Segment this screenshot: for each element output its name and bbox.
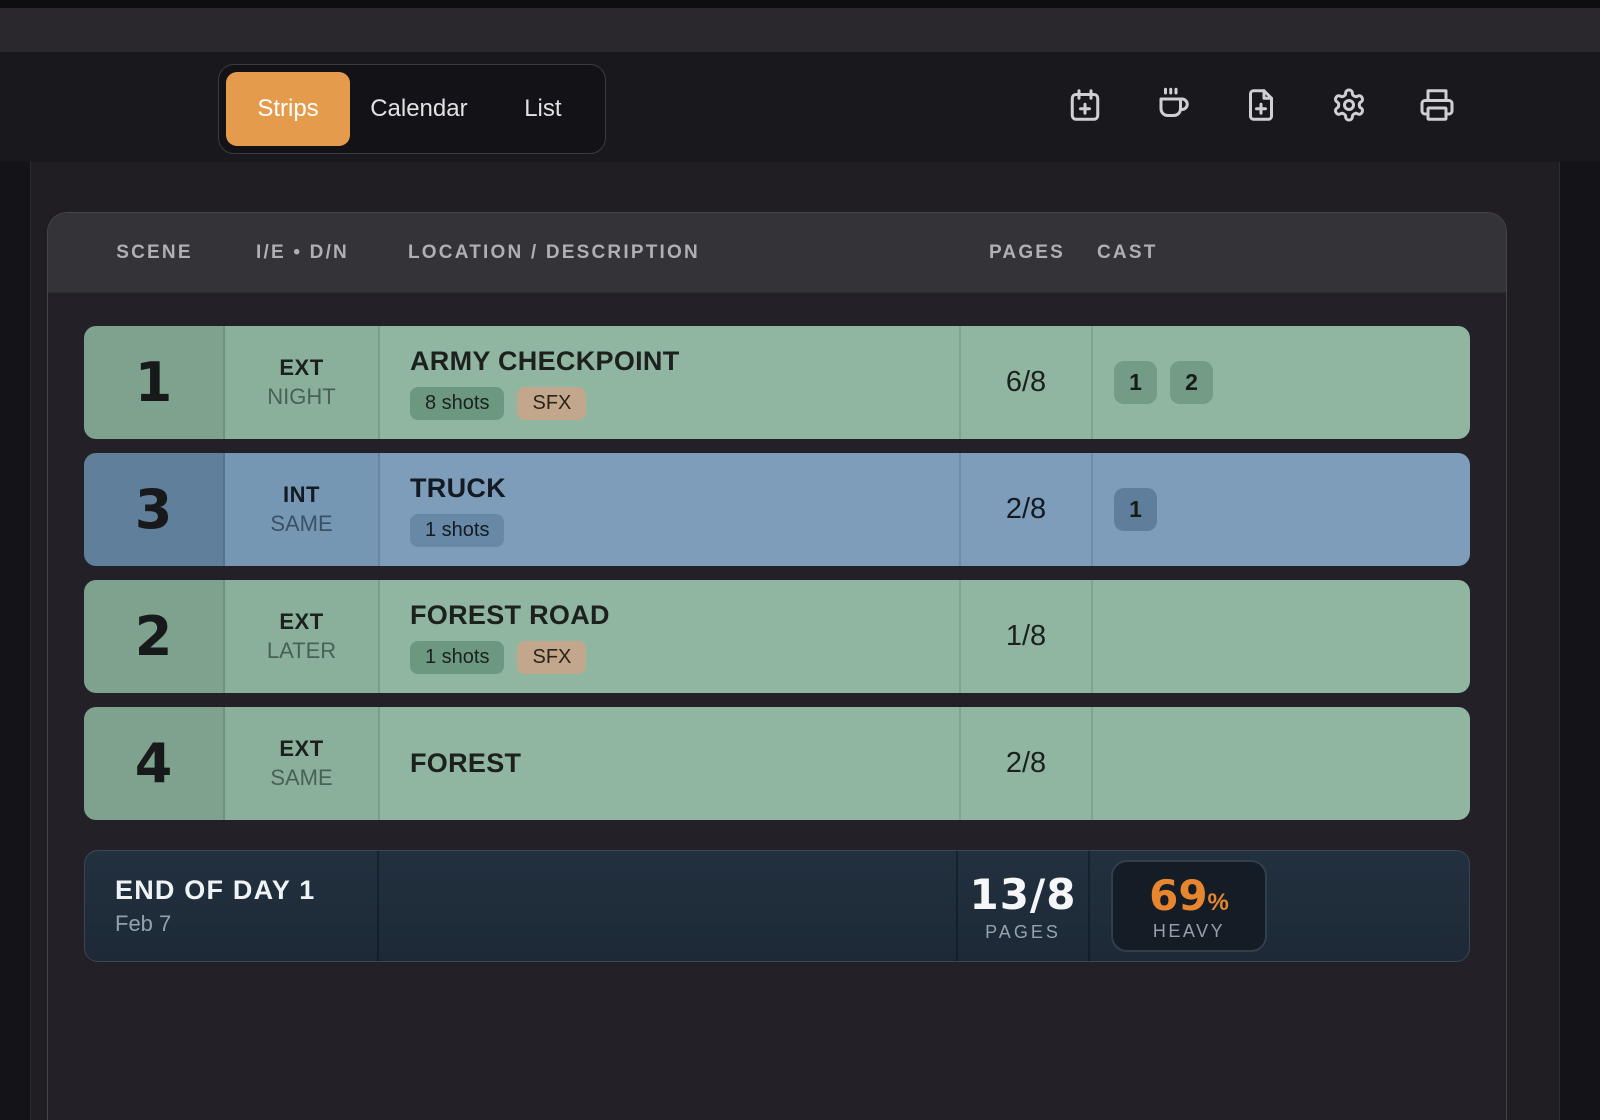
file-plus-button[interactable] (1243, 89, 1279, 125)
strip-row[interactable]: 2 EXT LATER FOREST ROAD 1 shots SFX 1/8 (84, 580, 1470, 693)
column-header-0: SCENE (84, 242, 225, 264)
pages-value: 2/8 (961, 707, 1093, 820)
settings-button[interactable] (1331, 89, 1367, 125)
shots-badge: 1 shots (410, 514, 504, 547)
day-pages-caption: PAGES (985, 922, 1061, 943)
pages-value: 1/8 (961, 580, 1093, 693)
scene-number: 2 (84, 580, 225, 693)
strip-row[interactable]: 3 INT SAME TRUCK 1 shots 2/8 1 (84, 453, 1470, 566)
day-break-row: END OF DAY 1 Feb 7 13/8 PAGES 69 % HEAVY (84, 850, 1470, 962)
day-night-label: LATER (267, 638, 336, 664)
window-title-bar (0, 8, 1600, 52)
shots-badge: 1 shots (410, 641, 504, 674)
badge-row: 1 shots SFX (410, 641, 959, 674)
int-ext-label: INT (283, 482, 320, 508)
ie-dn-cell: EXT LATER (225, 580, 380, 693)
cast-cell (1093, 707, 1470, 820)
int-ext-label: EXT (279, 609, 323, 635)
coffee-button[interactable] (1155, 89, 1191, 125)
board-column-header: SCENEI/E • D/NLOCATION / DESCRIPTIONPAGE… (48, 213, 1506, 293)
pages-value: 6/8 (961, 326, 1093, 439)
sfx-badge: SFX (517, 641, 586, 674)
printer-icon (1419, 87, 1455, 128)
day-break-spacer (379, 851, 958, 961)
location-title: ARMY CHECKPOINT (410, 346, 959, 377)
content-area: SCENEI/E • D/NLOCATION / DESCRIPTIONPAGE… (30, 162, 1560, 1120)
cast-badge: 2 (1170, 361, 1213, 404)
column-header-4: CAST (1093, 242, 1470, 264)
load-badge: 69 % HEAVY (1111, 860, 1267, 952)
coffee-icon (1155, 87, 1191, 128)
day-pages-value: 13/8 (969, 870, 1076, 919)
cast-badge: 1 (1114, 488, 1157, 531)
column-header-1: I/E • D/N (225, 242, 380, 264)
location-title: FOREST ROAD (410, 600, 959, 631)
load-caption: HEAVY (1153, 921, 1225, 942)
cast-badge: 1 (1114, 361, 1157, 404)
pages-value: 2/8 (961, 453, 1093, 566)
view-tab-group: StripsCalendarList (218, 64, 606, 154)
day-break-date: Feb 7 (115, 911, 377, 937)
strip-list: 1 EXT NIGHT ARMY CHECKPOINT 8 shots SFX 6… (48, 293, 1506, 962)
printer-button[interactable] (1419, 89, 1455, 125)
int-ext-label: EXT (279, 736, 323, 762)
day-load-cell: 69 % HEAVY (1090, 851, 1469, 961)
load-percent-value: 69 (1149, 871, 1207, 920)
ie-dn-cell: EXT SAME (225, 707, 380, 820)
scene-number: 3 (84, 453, 225, 566)
scene-number: 4 (84, 707, 225, 820)
location-cell: TRUCK 1 shots (380, 453, 961, 566)
file-plus-icon (1243, 87, 1279, 128)
tab-calendar[interactable]: Calendar (350, 72, 488, 146)
badge-row: 1 shots (410, 514, 959, 547)
day-night-label: SAME (270, 511, 332, 537)
day-break-title: END OF DAY 1 (115, 875, 377, 906)
column-header-3: PAGES (961, 242, 1093, 264)
toolbar-icon-row (1067, 89, 1455, 125)
day-total-pages: 13/8 PAGES (958, 851, 1090, 961)
cast-cell: 12 (1093, 326, 1470, 439)
calendar-plus-button[interactable] (1067, 89, 1103, 125)
stripboard-panel: SCENEI/E • D/NLOCATION / DESCRIPTIONPAGE… (47, 212, 1507, 1120)
location-title: TRUCK (410, 473, 959, 504)
settings-icon (1331, 87, 1367, 128)
location-cell: ARMY CHECKPOINT 8 shots SFX (380, 326, 961, 439)
column-header-2: LOCATION / DESCRIPTION (380, 242, 961, 264)
load-value-line: 69 % (1149, 871, 1229, 920)
window-top-edge (0, 0, 1600, 8)
ie-dn-cell: EXT NIGHT (225, 326, 380, 439)
location-cell: FOREST (380, 707, 961, 820)
tab-strips[interactable]: Strips (226, 72, 350, 146)
location-cell: FOREST ROAD 1 shots SFX (380, 580, 961, 693)
cast-cell (1093, 580, 1470, 693)
scene-number: 1 (84, 326, 225, 439)
strip-row[interactable]: 4 EXT SAME FOREST 2/8 (84, 707, 1470, 820)
sfx-badge: SFX (517, 387, 586, 420)
location-title: FOREST (410, 748, 959, 779)
calendar-plus-icon (1067, 87, 1103, 128)
strip-row[interactable]: 1 EXT NIGHT ARMY CHECKPOINT 8 shots SFX 6… (84, 326, 1470, 439)
day-break-info: END OF DAY 1 Feb 7 (85, 851, 379, 961)
cast-cell: 1 (1093, 453, 1470, 566)
shots-badge: 8 shots (410, 387, 504, 420)
day-night-label: SAME (270, 765, 332, 791)
int-ext-label: EXT (279, 355, 323, 381)
badge-row: 8 shots SFX (410, 387, 959, 420)
load-percent-sign: % (1208, 889, 1229, 917)
day-night-label: NIGHT (267, 384, 335, 410)
ie-dn-cell: INT SAME (225, 453, 380, 566)
tab-list[interactable]: List (488, 72, 598, 146)
